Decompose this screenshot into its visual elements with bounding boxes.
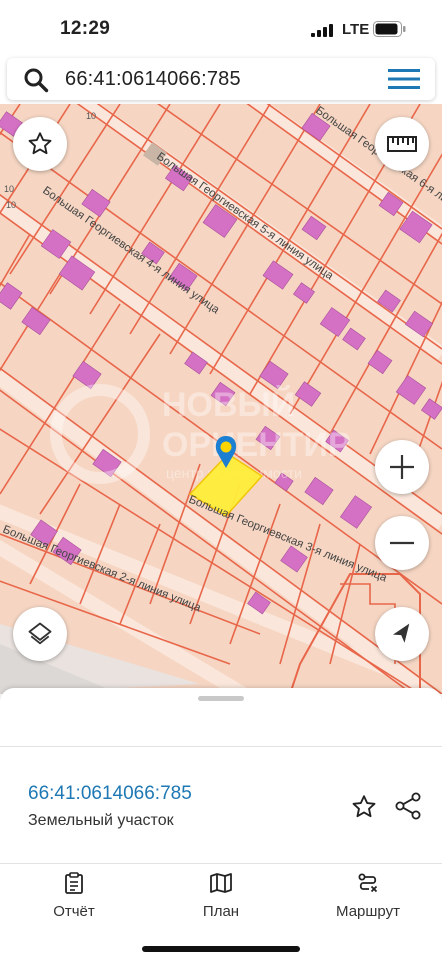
- network-type: LTE: [342, 21, 370, 38]
- watermark-line-2: ОРИЕНТИР: [162, 426, 351, 464]
- nav-report-label: Отчёт: [53, 903, 95, 920]
- cadastral-number[interactable]: 66:41:0614066:785: [28, 783, 192, 805]
- divider: [0, 863, 442, 864]
- parcel-type: Земельный участок: [28, 812, 174, 829]
- status-bar: 12:29 LTE: [0, 0, 442, 56]
- ruler-button[interactable]: [375, 117, 429, 171]
- battery-icon: [373, 21, 406, 37]
- parcel-number: 10: [4, 184, 14, 194]
- nav-route-label: Маршрут: [336, 903, 400, 920]
- divider: [0, 746, 442, 747]
- zoom-in-button[interactable]: [375, 440, 429, 494]
- zoom-out-button[interactable]: [375, 516, 429, 570]
- nav-plan[interactable]: План: [171, 872, 271, 920]
- favorite-button[interactable]: [13, 117, 67, 171]
- navigation-arrow-icon: [392, 623, 410, 643]
- nav-report[interactable]: Отчёт: [24, 872, 124, 920]
- parcel-number: 10: [86, 111, 96, 121]
- nav-plan-label: План: [202, 903, 240, 920]
- cadastral-map[interactable]: НОВЫЙ ОРИЕНТИР центр недвижимости Больша…: [0, 104, 442, 694]
- bottom-sheet: 66:41:0614066:785 Земельный участок Отчё…: [0, 688, 442, 960]
- parcel-number: 10: [6, 200, 16, 210]
- plus-icon: [390, 455, 414, 479]
- star-outline-icon[interactable]: [350, 793, 378, 821]
- status-time: 12:29: [60, 18, 111, 39]
- sheet-drag-handle[interactable]: [198, 696, 244, 701]
- layers-icon: [28, 622, 52, 645]
- minus-icon: [390, 541, 414, 545]
- hamburger-menu-icon[interactable]: [388, 68, 420, 90]
- map-canvas[interactable]: НОВЫЙ ОРИЕНТИР центр недвижимости Больша…: [0, 104, 442, 694]
- watermark-line-1: НОВЫЙ: [162, 385, 295, 424]
- locate-button[interactable]: [375, 607, 429, 661]
- search-input[interactable]: 66:41:0614066:785: [65, 68, 241, 91]
- home-indicator[interactable]: [142, 946, 300, 952]
- star-outline-icon: [28, 132, 52, 155]
- map-plan-icon: [210, 873, 232, 893]
- nav-route[interactable]: Маршрут: [318, 872, 418, 920]
- signal-icon: [311, 24, 333, 37]
- layers-button[interactable]: [13, 607, 67, 661]
- report-icon: [65, 872, 83, 894]
- ruler-icon: [387, 136, 417, 152]
- route-icon: [358, 873, 378, 893]
- search-icon[interactable]: [23, 67, 49, 93]
- search-bar[interactable]: 66:41:0614066:785: [7, 58, 435, 100]
- share-icon[interactable]: [394, 792, 422, 820]
